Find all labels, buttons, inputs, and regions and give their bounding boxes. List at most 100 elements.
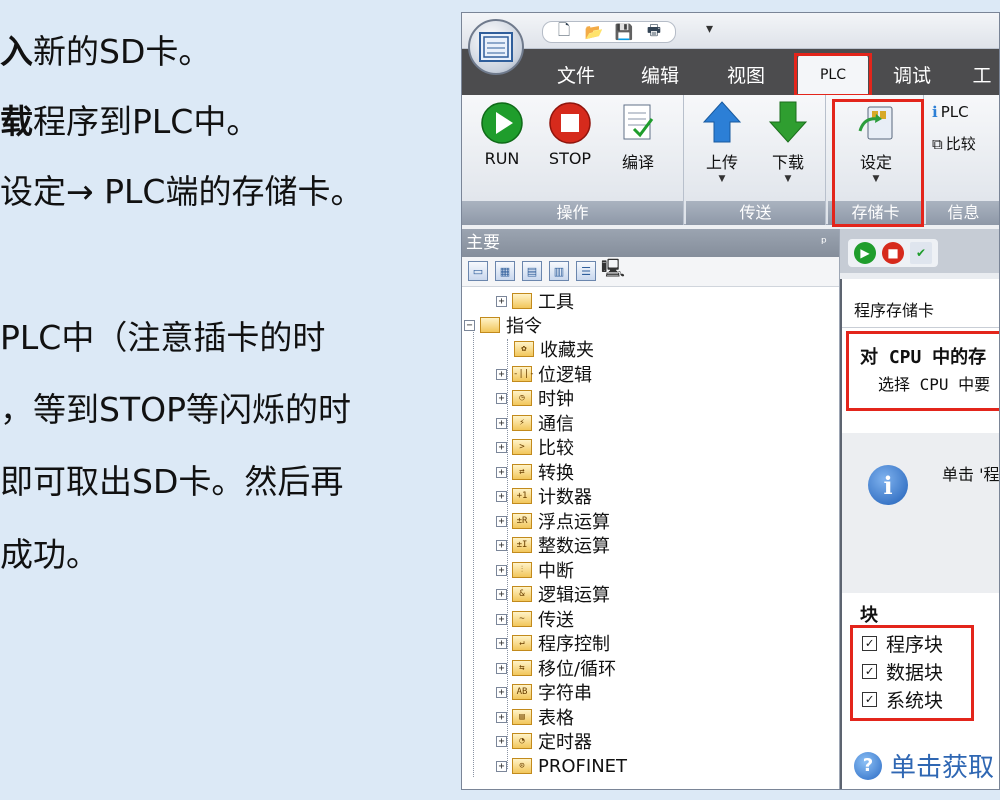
tree-item-float-math[interactable]: + ±R 浮点运算 [496, 509, 610, 533]
data-icon[interactable]: ☰ [576, 261, 596, 281]
tree-item-shift-rotate[interactable]: + ⇆ 移位/循环 [496, 656, 616, 680]
tree-item-comm[interactable]: + ⚡ 通信 [496, 411, 574, 435]
tree-item-bit-logic[interactable]: + -||- 位逻辑 [496, 362, 592, 386]
expand-icon[interactable]: + [496, 539, 507, 551]
counter-icon: +1 [512, 488, 532, 504]
expand-icon[interactable]: + [496, 295, 507, 307]
pin-icon[interactable]: ᵖ [821, 229, 827, 257]
tree-item-int-math[interactable]: + ±I 整数运算 [496, 533, 610, 557]
expand-icon[interactable]: + [496, 490, 507, 502]
quick-access-more-icon[interactable]: ▾ [706, 21, 713, 37]
tab-tools[interactable]: 工 [962, 57, 999, 91]
expand-icon[interactable]: + [496, 441, 507, 453]
plc-info-button[interactable]: ℹ PLC [932, 103, 969, 121]
download-button[interactable]: 下载 ▼ [760, 101, 816, 184]
highlight-memory-card-group [832, 99, 924, 227]
table-icon[interactable]: ▦ [495, 261, 515, 281]
stop-icon [548, 101, 592, 145]
tree-item-table[interactable]: + ▤ 表格 [496, 705, 574, 729]
tree-item-string[interactable]: + AB 字符串 [496, 680, 592, 704]
tab-edit[interactable]: 编辑 [630, 57, 690, 91]
list-icon[interactable]: ▤ [522, 261, 542, 281]
expand-icon[interactable]: + [496, 711, 507, 723]
tree-item-timer[interactable]: + ◔ 定时器 [496, 729, 592, 753]
pane-header: 主要 ᵖ [462, 229, 839, 257]
tab-file[interactable]: 文件 [546, 57, 606, 91]
tree-item-profinet[interactable]: + ⊙ PROFINET [496, 754, 627, 778]
tree-item-favorites[interactable]: ✿ 收藏夹 [514, 337, 594, 361]
app-menu-button[interactable] [468, 19, 524, 75]
expand-icon[interactable]: + [496, 760, 507, 772]
app-window: 🗋 📂 💾 🖶 ▾ 文件 编辑 视图 PLC 调试 工 RUN STOP 编译 … [461, 12, 1000, 790]
save-icon[interactable]: 💾 [613, 22, 635, 42]
download-dropdown-icon[interactable]: ▼ [760, 174, 816, 184]
highlight-plc-tab [794, 53, 872, 97]
expand-icon[interactable]: + [496, 735, 507, 747]
tree-item-move[interactable]: + ~ 传送 [496, 607, 574, 631]
stop-button[interactable]: STOP [542, 101, 598, 168]
float-math-icon: ±R [512, 513, 532, 529]
instruction-line-2: 载程序到PLC中。 [0, 102, 260, 141]
expand-icon[interactable]: + [496, 417, 507, 429]
compile-small-icon[interactable]: ✔ [910, 242, 932, 264]
clock-icon: ◷ [512, 390, 532, 406]
expand-icon[interactable]: + [496, 613, 507, 625]
move-icon: ~ [512, 611, 532, 627]
expand-icon[interactable]: + [496, 515, 507, 527]
compare-icon: ⧉ [932, 134, 943, 153]
compile-button[interactable]: 编译 [610, 101, 666, 173]
tree-item-tools[interactable]: + 工具 [496, 289, 574, 313]
shift-icon: ⇆ [512, 660, 532, 676]
view-icon[interactable]: ▭ [468, 261, 488, 281]
expand-icon[interactable]: + [496, 368, 507, 380]
favorites-icon: ✿ [514, 341, 534, 357]
instruction-line-3: 设定→ PLC端的存储卡。 [0, 172, 364, 211]
tree-item-interrupt[interactable]: + ⫶ 中断 [496, 558, 574, 582]
info-text: 单击 '程 [942, 465, 1000, 484]
print-icon[interactable]: 🖶 [643, 21, 665, 42]
expand-icon[interactable]: + [496, 686, 507, 698]
tab-debug[interactable]: 调试 [882, 57, 942, 91]
collapse-icon[interactable]: − [464, 319, 475, 331]
expand-icon[interactable]: + [496, 637, 507, 649]
highlight-dialog-heading [846, 331, 999, 411]
highlight-block-checkboxes [850, 625, 974, 721]
plc-info-icon: ℹ [932, 103, 938, 121]
tree-item-program-control[interactable]: + ↵ 程序控制 [496, 631, 610, 655]
run-button[interactable]: RUN [474, 101, 530, 168]
group-info-label: 信息 [926, 201, 999, 225]
run-small-icon[interactable]: ▶ [854, 242, 876, 264]
expand-icon[interactable]: + [496, 662, 507, 674]
pane-title: 主要 [466, 233, 500, 253]
tree-item-logic-ops[interactable]: + & 逻辑运算 [496, 582, 610, 606]
new-file-icon[interactable]: 🗋 [553, 21, 575, 42]
upload-dropdown-icon[interactable]: ▼ [694, 174, 750, 184]
expand-icon[interactable]: + [496, 588, 507, 600]
monitor-icon[interactable]: 🖳 [601, 258, 625, 281]
help-link[interactable]: ? 单击获取 [854, 747, 994, 784]
group-operate-label: 操作 [462, 201, 683, 225]
compare-button[interactable]: ⧉ 比较 [932, 133, 976, 154]
expand-icon[interactable]: + [496, 392, 507, 404]
tree-item-clock[interactable]: + ◷ 时钟 [496, 386, 574, 410]
compile-icon [616, 101, 660, 145]
bit-logic-icon: -||- [512, 366, 535, 382]
string-icon: AB [512, 684, 532, 700]
tree-item-compare[interactable]: + > 比较 [496, 435, 574, 459]
block-label: 块 [860, 605, 878, 626]
tree-item-convert[interactable]: + ⇄ 转换 [496, 460, 574, 484]
pane-toolbar: ▭ ▦ ▤ ▥ ☰ 🖳 [462, 257, 839, 287]
open-folder-icon[interactable]: 📂 [583, 22, 605, 42]
expand-icon[interactable]: + [496, 466, 507, 478]
tree-item-instructions[interactable]: − 指令 [464, 313, 542, 337]
tree-item-counter[interactable]: + +1 计数器 [496, 484, 592, 508]
tab-view[interactable]: 视图 [716, 57, 776, 91]
group-info: ℹ PLC ⧉ 比较 信息 [926, 95, 999, 225]
timer-icon: ◔ [512, 733, 532, 749]
comm-icon: ⚡ [512, 415, 532, 431]
upload-arrow-icon [700, 101, 744, 145]
expand-icon[interactable]: + [496, 564, 507, 576]
upload-button[interactable]: 上传 ▼ [694, 101, 750, 184]
detail-icon[interactable]: ▥ [549, 261, 569, 281]
stop-small-icon[interactable]: ■ [882, 242, 904, 264]
